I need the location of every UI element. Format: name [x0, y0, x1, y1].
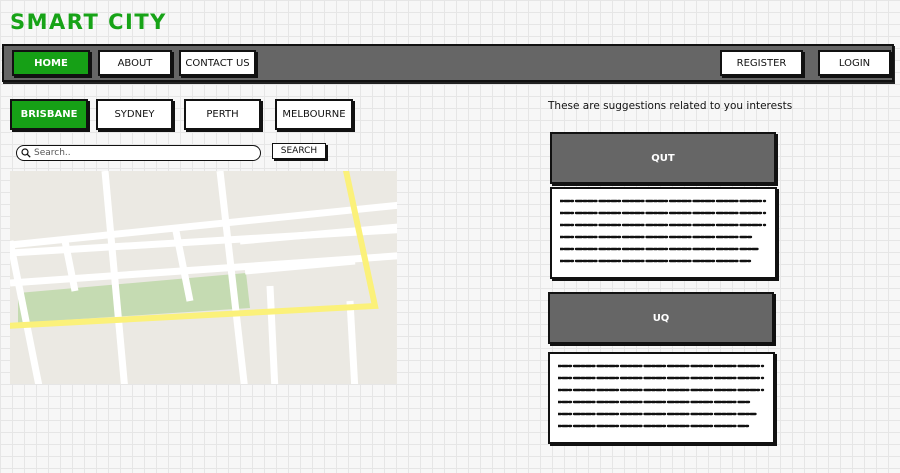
city-tab-brisbane[interactable]: BRISBANE	[10, 99, 88, 130]
suggestion-card-qut-body	[550, 187, 777, 279]
placeholder-text-lines	[558, 364, 765, 428]
nav-home-button[interactable]: HOME	[12, 50, 90, 76]
suggestions-heading: These are suggestions related to you int…	[548, 100, 793, 112]
nav-about-button[interactable]: ABOUT	[98, 50, 172, 76]
nav-contact-button[interactable]: CONTACT US	[179, 50, 256, 76]
search-input[interactable]	[34, 148, 244, 158]
search-button[interactable]: SEARCH	[272, 143, 326, 159]
search-field[interactable]	[16, 145, 261, 161]
suggestion-card-qut-header[interactable]: QUT	[550, 132, 776, 184]
suggestion-card-uq-body	[548, 352, 775, 444]
city-tab-sydney[interactable]: SYDNEY	[96, 99, 173, 130]
top-navbar: HOME ABOUT CONTACT US REGISTER LOGIN	[2, 44, 894, 82]
nav-login-button[interactable]: LOGIN	[818, 50, 891, 76]
placeholder-text-lines	[560, 199, 767, 263]
city-tab-perth[interactable]: PERTH	[184, 99, 261, 130]
map-image	[10, 171, 397, 384]
nav-register-button[interactable]: REGISTER	[720, 50, 803, 76]
search-icon	[21, 148, 31, 158]
city-map[interactable]	[10, 171, 397, 384]
app-logo: SMART CITY	[10, 10, 167, 34]
city-tab-melbourne[interactable]: MELBOURNE	[275, 99, 353, 130]
suggestion-card-uq-header[interactable]: UQ	[548, 292, 774, 344]
